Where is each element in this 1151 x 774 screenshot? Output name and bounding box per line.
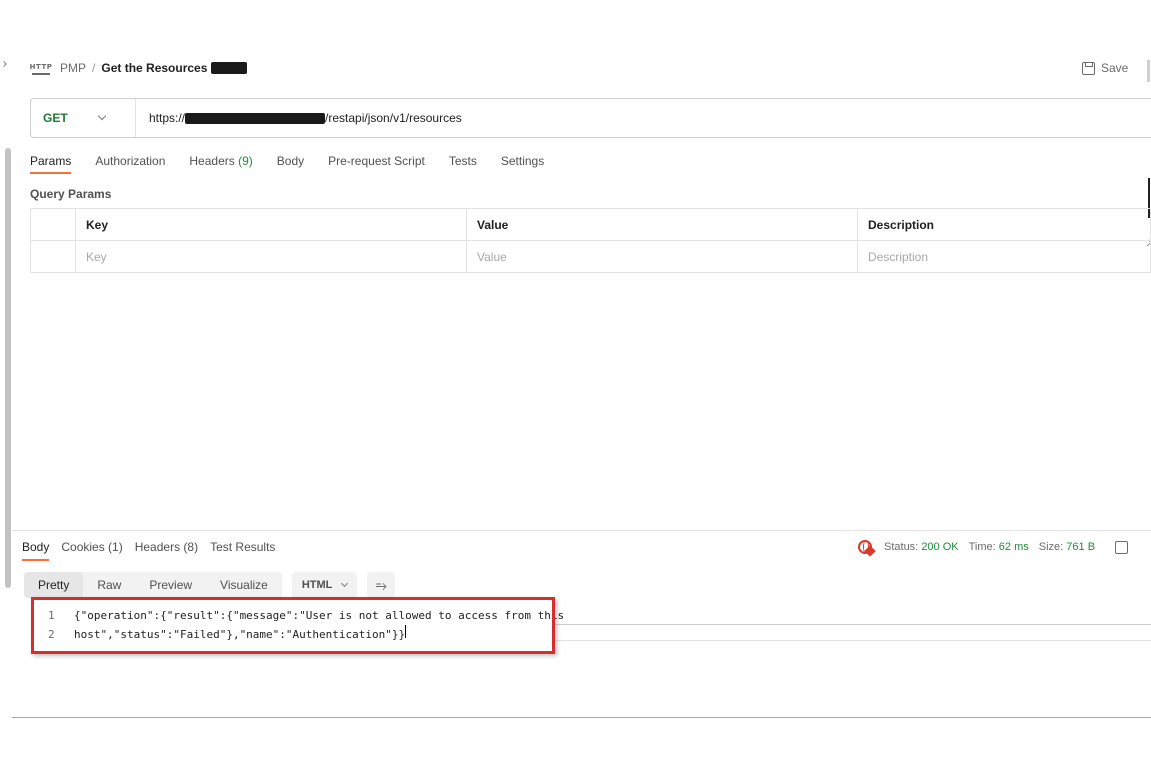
tab-tests[interactable]: Tests bbox=[449, 154, 477, 176]
column-header-key: Key bbox=[75, 208, 467, 241]
http-request-icon: HTTP bbox=[30, 61, 52, 75]
tab-label: Headers bbox=[189, 154, 235, 168]
table-header-row: Key Value Description bbox=[30, 208, 1151, 241]
line-number: 1 bbox=[48, 609, 55, 622]
tab-settings[interactable]: Settings bbox=[501, 154, 544, 176]
response-meta: Status: 200 OK Time: 62 ms Size: 761 B bbox=[858, 540, 1129, 554]
code-separator bbox=[556, 624, 1151, 625]
status-label: Status: bbox=[884, 541, 919, 553]
query-params-table: Key Value Description Key Value Descript… bbox=[30, 208, 1151, 273]
key-input[interactable]: Key bbox=[75, 240, 467, 273]
view-mode-group: Pretty Raw Preview Visualize bbox=[24, 572, 282, 598]
url-bar: GET https:// /restapi/json/v1/resources bbox=[30, 98, 1151, 138]
response-tab-body[interactable]: Body bbox=[22, 540, 50, 562]
table-row: Key Value Description bbox=[30, 240, 1151, 273]
breadcrumb-separator: / bbox=[92, 61, 96, 75]
save-label: Save bbox=[1101, 61, 1129, 75]
tab-label: Tests bbox=[448, 154, 477, 168]
value-input[interactable]: Value bbox=[466, 240, 858, 273]
request-tabs: Params Authorization Headers (9) Body Pr… bbox=[30, 154, 568, 176]
code-line: 2 host","status":"Failed"},"name":"Authe… bbox=[40, 625, 564, 644]
view-raw-button[interactable]: Raw bbox=[83, 572, 135, 598]
response-body-editor[interactable]: 1 {"operation":{"result":{"message":"Use… bbox=[40, 606, 564, 644]
redacted-block bbox=[211, 62, 248, 74]
chevron-down-icon bbox=[97, 111, 107, 121]
description-input[interactable]: Description bbox=[857, 240, 1151, 273]
tab-count: (9) bbox=[238, 154, 253, 168]
response-view-bar: Pretty Raw Preview Visualize HTML ⥱ bbox=[24, 572, 396, 598]
tab-authorization[interactable]: Authorization bbox=[95, 154, 165, 176]
wrap-lines-icon: ⥱ bbox=[375, 576, 387, 593]
save-response-icon[interactable] bbox=[1115, 540, 1129, 554]
tab-label: Params bbox=[30, 154, 72, 168]
request-title[interactable]: Get the Resources bbox=[101, 61, 207, 75]
postman-window: HTTP PMP / Get the Resources Save GET ht… bbox=[0, 0, 1151, 774]
tab-pre-request-script[interactable]: Pre-request Script bbox=[328, 154, 425, 176]
breadcrumb: HTTP PMP / Get the Resources bbox=[30, 58, 248, 78]
tab-label: Pre-request Script bbox=[328, 154, 425, 168]
breadcrumb-collection[interactable]: PMP bbox=[60, 61, 86, 75]
view-visualize-button[interactable]: Visualize bbox=[206, 572, 282, 598]
save-icon bbox=[1082, 61, 1095, 75]
left-scrollbar[interactable] bbox=[5, 148, 11, 588]
redacted-host bbox=[185, 112, 326, 124]
status-indicator[interactable]: Status: 200 OK bbox=[884, 541, 959, 553]
size-label: Size: bbox=[1038, 541, 1064, 553]
time-value: 62 ms bbox=[998, 541, 1029, 553]
method-label: GET bbox=[43, 111, 68, 125]
bottom-border bbox=[12, 717, 1151, 718]
chevron-down-icon bbox=[341, 579, 349, 587]
method-select[interactable]: GET bbox=[31, 99, 136, 137]
column-header-value: Value bbox=[466, 208, 858, 241]
tab-headers[interactable]: Headers (9) bbox=[189, 154, 252, 176]
size-value: 761 B bbox=[1066, 541, 1096, 553]
format-label: HTML bbox=[301, 579, 333, 591]
response-divider[interactable] bbox=[12, 530, 1151, 531]
row-checkbox-cell[interactable] bbox=[30, 240, 76, 273]
url-path: /restapi/json/v1/resources bbox=[325, 111, 462, 125]
tab-body[interactable]: Body bbox=[277, 154, 304, 176]
size-indicator[interactable]: Size: 761 B bbox=[1039, 541, 1095, 553]
response-tabs: Body Cookies (1) Headers (8) Test Result… bbox=[22, 540, 287, 562]
collapse-chevron-icon[interactable] bbox=[1, 61, 7, 67]
tab-label: Authorization bbox=[95, 154, 166, 168]
response-tab-test-results[interactable]: Test Results bbox=[210, 540, 275, 562]
tab-label: Body bbox=[276, 154, 305, 168]
view-pretty-button[interactable]: Pretty bbox=[24, 572, 84, 598]
url-prefix: https:// bbox=[149, 111, 186, 125]
code-text: host","status":"Failed"},"name":"Authent… bbox=[74, 628, 406, 641]
table-gutter bbox=[30, 208, 76, 241]
time-indicator[interactable]: Time: 62 ms bbox=[969, 541, 1029, 553]
code-text: {"operation":{"result":{"message":"User … bbox=[74, 609, 565, 622]
status-value: 200 OK bbox=[921, 541, 959, 553]
time-label: Time: bbox=[968, 541, 996, 553]
line-number: 2 bbox=[48, 628, 55, 641]
code-line: 1 {"operation":{"result":{"message":"Use… bbox=[40, 606, 564, 625]
tab-label: Settings bbox=[500, 154, 545, 168]
wrap-lines-button[interactable]: ⥱ bbox=[367, 572, 396, 598]
response-tab-headers[interactable]: Headers (8) bbox=[135, 540, 198, 562]
column-header-description: Description bbox=[857, 208, 1151, 241]
response-tab-cookies[interactable]: Cookies (1) bbox=[61, 540, 122, 562]
text-cursor bbox=[405, 625, 407, 638]
tab-params[interactable]: Params bbox=[30, 154, 72, 176]
network-globe-icon[interactable] bbox=[858, 540, 872, 554]
view-preview-button[interactable]: Preview bbox=[135, 572, 206, 598]
code-separator bbox=[556, 640, 1151, 641]
save-button[interactable]: Save bbox=[1076, 55, 1134, 81]
url-input[interactable]: https:// /restapi/json/v1/resources bbox=[136, 111, 462, 125]
query-params-title: Query Params bbox=[30, 187, 112, 201]
right-panel-edge bbox=[1147, 60, 1150, 82]
format-select[interactable]: HTML bbox=[291, 572, 358, 598]
